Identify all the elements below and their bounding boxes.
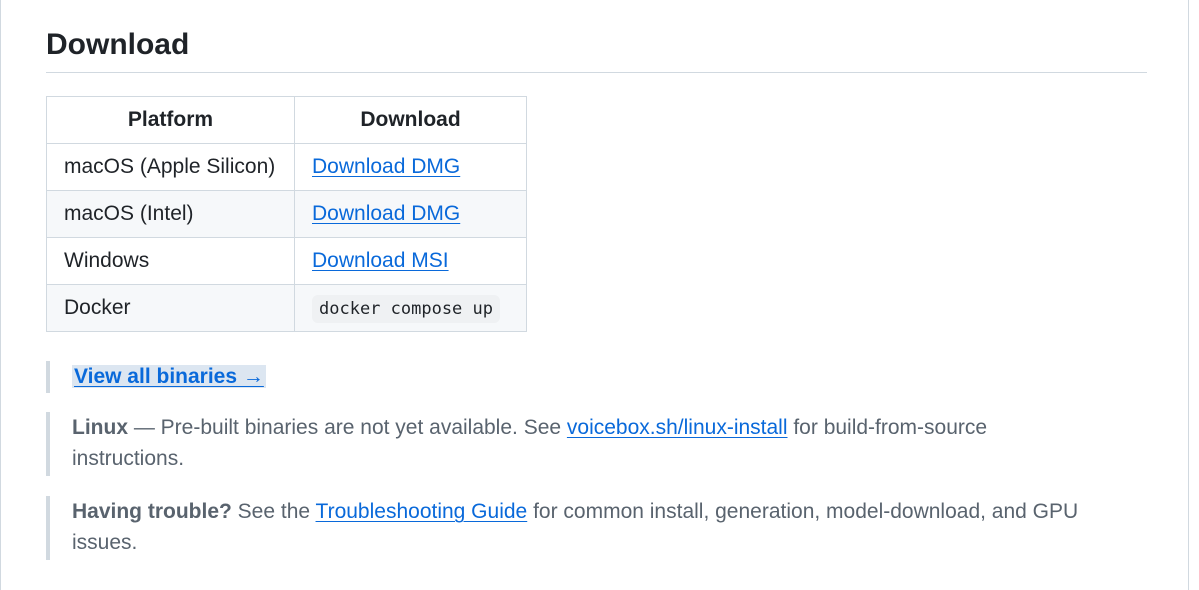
platform-cell: macOS (Intel) bbox=[46, 190, 295, 238]
table-row: macOS (Intel) Download DMG bbox=[46, 190, 527, 238]
linux-text-before: — Pre-built binaries are not yet availab… bbox=[128, 416, 567, 439]
blockquote-binaries: View all binaries → bbox=[46, 361, 266, 393]
platform-cell: macOS (Apple Silicon) bbox=[46, 143, 295, 191]
readme-content: Download Platform Download macOS (Apple … bbox=[46, 0, 1147, 560]
table-row: macOS (Apple Silicon) Download DMG bbox=[46, 143, 527, 191]
table-row: Docker docker compose up bbox=[46, 284, 527, 332]
view-all-binaries-link[interactable]: View all binaries → bbox=[72, 365, 266, 388]
download-dmg-apple-silicon-link[interactable]: Download DMG bbox=[312, 155, 460, 178]
download-cell: docker compose up bbox=[294, 284, 527, 332]
readme-panel: Download Platform Download macOS (Apple … bbox=[0, 0, 1189, 590]
download-cell: Download DMG bbox=[294, 190, 527, 238]
trouble-label: Having trouble? bbox=[72, 500, 232, 523]
column-header-platform: Platform bbox=[46, 96, 295, 144]
download-dmg-intel-link[interactable]: Download DMG bbox=[312, 202, 460, 225]
download-cell: Download MSI bbox=[294, 237, 527, 285]
download-table: Platform Download macOS (Apple Silicon) … bbox=[46, 96, 527, 332]
table-row: Windows Download MSI bbox=[46, 237, 527, 285]
platform-cell: Docker bbox=[46, 284, 295, 332]
trouble-text-before: See the bbox=[231, 500, 316, 523]
download-cell: Download DMG bbox=[294, 143, 527, 191]
troubleshooting-guide-link[interactable]: Troubleshooting Guide bbox=[316, 500, 528, 523]
blockquote-trouble: Having trouble? See the Troubleshooting … bbox=[46, 496, 1126, 560]
column-header-download: Download bbox=[294, 96, 527, 144]
table-header-row: Platform Download bbox=[46, 96, 527, 144]
platform-cell: Windows bbox=[46, 237, 295, 285]
linux-install-link[interactable]: voicebox.sh/linux-install bbox=[567, 416, 788, 439]
section-heading: Download bbox=[46, 0, 1147, 73]
download-msi-windows-link[interactable]: Download MSI bbox=[312, 249, 449, 272]
linux-label: Linux bbox=[72, 416, 128, 439]
blockquote-linux: Linux — Pre-built binaries are not yet a… bbox=[46, 412, 1046, 476]
docker-command-code[interactable]: docker compose up bbox=[312, 295, 500, 323]
